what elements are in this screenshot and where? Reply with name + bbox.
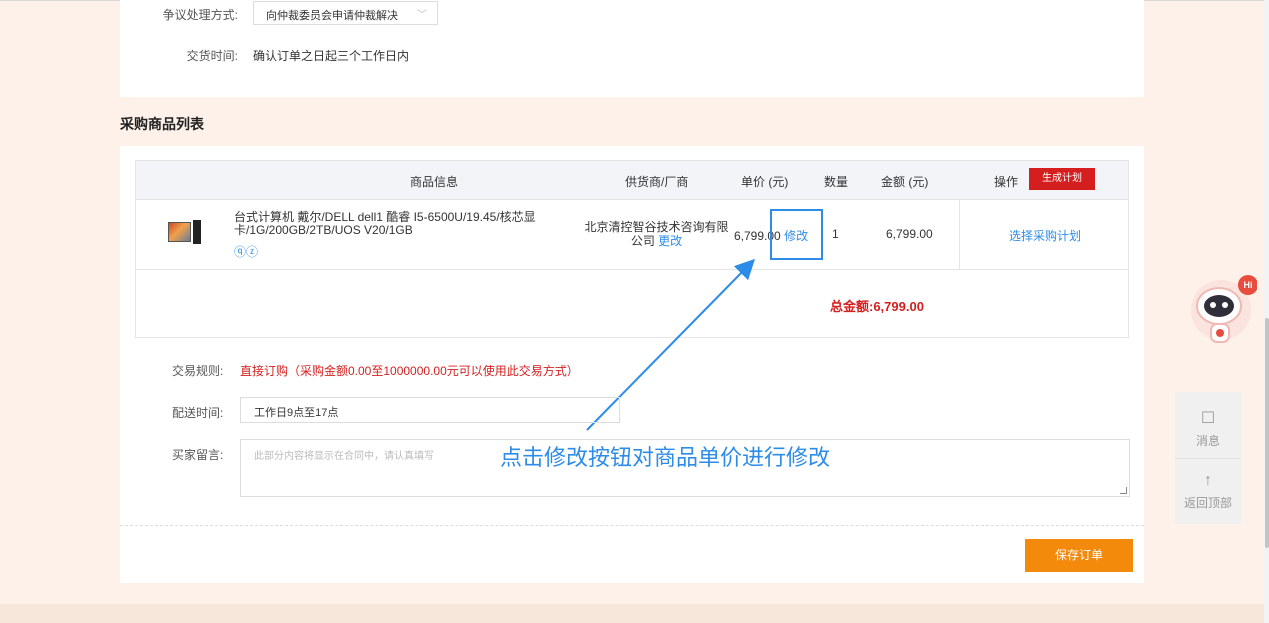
delivery-time-input[interactable]: 工作日9点至17点 — [240, 397, 620, 423]
buyer-message-placeholder: 此部分内容将显示在合同中，请认真填写 — [254, 451, 434, 462]
message-button[interactable]: ☐ 消息 — [1175, 408, 1241, 449]
annotation-text: 点击修改按钮对商品单价进行修改 — [500, 445, 831, 470]
assistant-robot-icon[interactable]: Hi — [1187, 274, 1258, 356]
arrow-up-icon: ↑ — [1204, 472, 1212, 489]
page-bottom-band — [0, 604, 1269, 623]
hi-badge: Hi — [1244, 280, 1253, 290]
side-toolbar: ☐ 消息 ↑ 返回顶部 — [1175, 392, 1241, 524]
delivery-time-label: 配送时间: — [172, 406, 224, 420]
resize-handle-icon[interactable] — [1120, 487, 1127, 494]
back-to-top-button[interactable]: ↑ 返回顶部 — [1175, 472, 1241, 511]
trade-rule-label: 交易规则: — [172, 364, 224, 378]
message-label: 消息 — [1195, 434, 1220, 448]
footer-divider — [120, 525, 1144, 526]
scrollbar-thumb[interactable] — [1265, 318, 1269, 548]
annotation-arrow — [586, 258, 756, 431]
back-top-label: 返回顶部 — [1183, 496, 1232, 510]
buyer-message-label: 买家留言: — [172, 448, 224, 462]
chat-icon: ☐ — [1200, 410, 1216, 427]
save-order-button[interactable]: 保存订单 — [1025, 539, 1133, 572]
trade-rule-value: 直接订购（采购金额0.00至1000000.00元可以使用此交易方式） — [240, 364, 579, 378]
